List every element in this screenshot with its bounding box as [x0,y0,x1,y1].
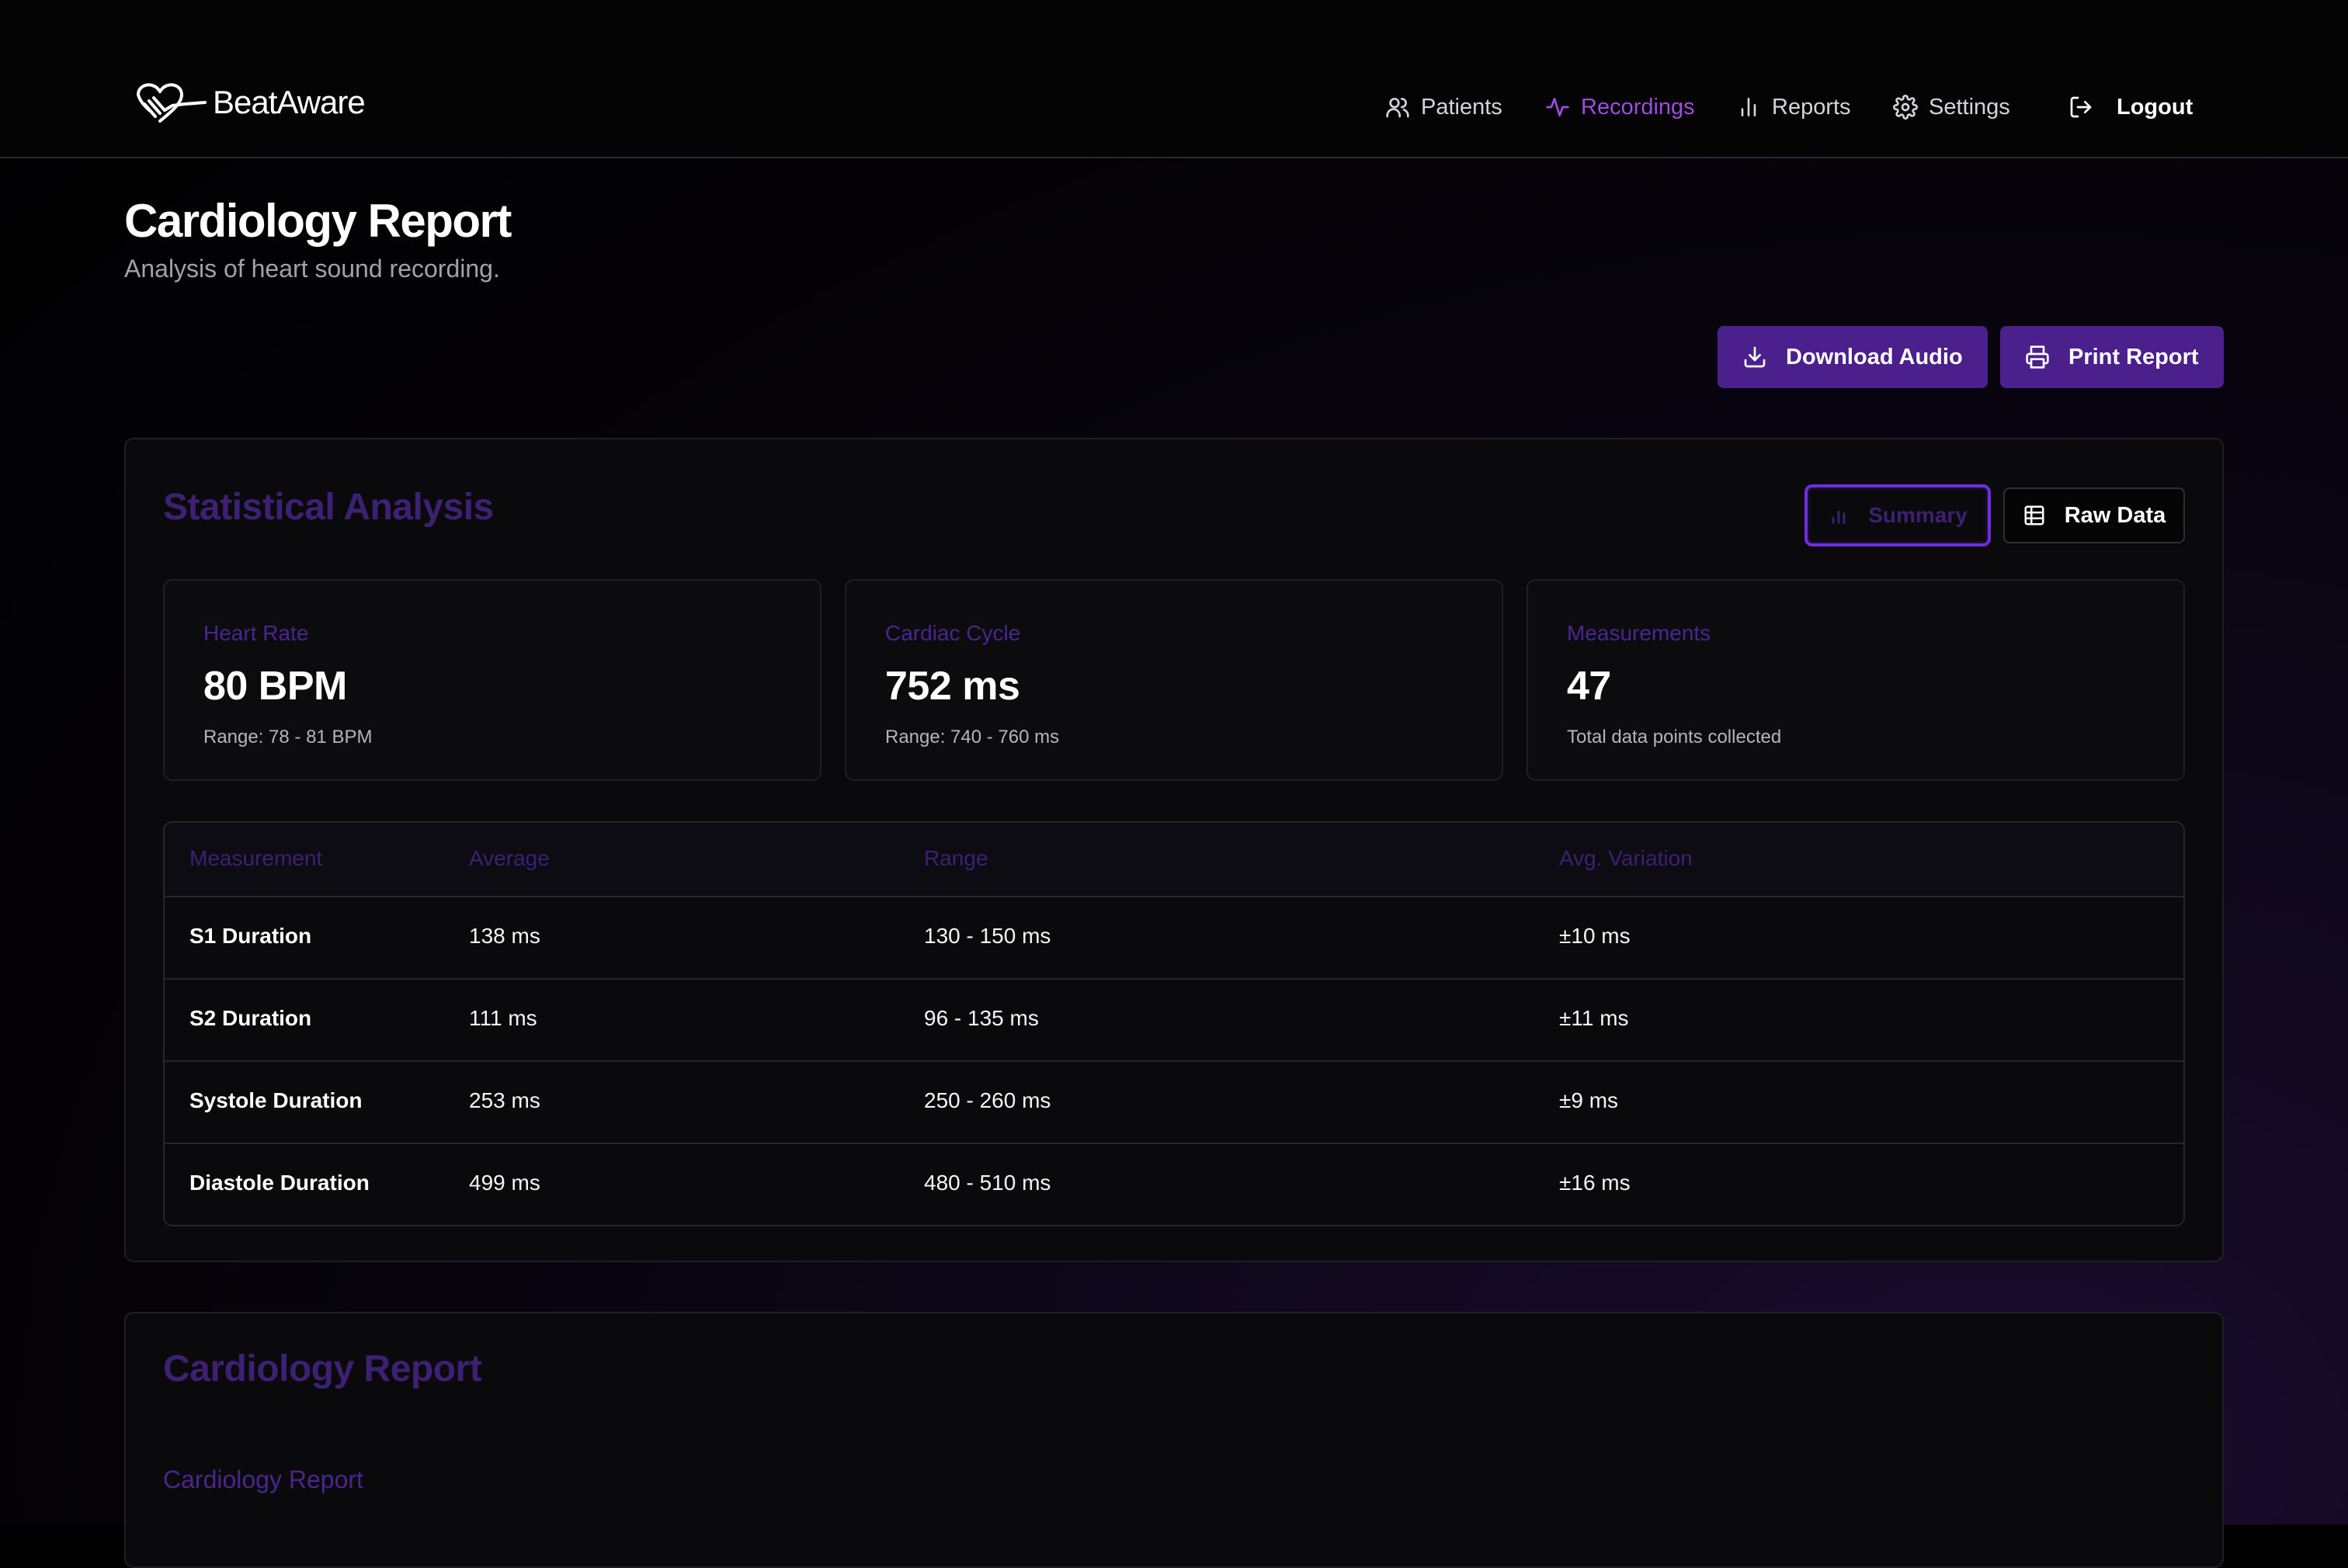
heart-rate-stat-card: Heart Rate 80 BPM Range: 78 - 81 BPM [163,579,821,781]
gear-icon [1893,95,1918,120]
stat-note: Range: 740 - 760 ms [885,727,1060,748]
raw-data-toggle-label: Raw Data [2064,502,2166,528]
nav-patients-label: Patients [1421,94,1502,120]
statistical-analysis-card: Statistical Analysis Summary Raw Data He… [124,438,2224,1262]
page-title: Cardiology Report [124,195,512,247]
stat-label: Cardiac Cycle [885,621,1021,645]
table-row: Diastole Duration 499 ms 480 - 510 ms ±1… [165,1144,2183,1225]
summary-toggle-label: Summary [1868,503,1968,527]
cell-variation: ±9 ms [1559,1088,1619,1112]
column-header-average: Average [469,846,550,870]
measurements-stat-card: Measurements 47 Total data points collec… [1527,579,2185,781]
summary-toggle-button[interactable]: Summary [1804,484,1991,546]
cell-range: 250 - 260 ms [924,1088,1051,1112]
page-subtitle: Analysis of heart sound recording. [124,255,500,283]
cell-range: 130 - 150 ms [924,924,1051,948]
brand-logo[interactable]: BeatAware [134,78,366,127]
brand-name: BeatAware [213,84,366,120]
bar-chart-icon [1832,510,1846,524]
column-header-avg-variation: Avg. Variation [1559,846,1693,870]
cardiology-report-subtitle: Cardiology Report [163,1466,363,1493]
cell-average: 499 ms [469,1171,540,1195]
print-report-button[interactable]: Print Report [2000,326,2224,388]
bar-chart-icon [1741,98,1756,116]
stat-value: 80 BPM [203,664,347,709]
raw-data-toggle-button[interactable]: Raw Data [2003,487,2185,543]
stat-value: 752 ms [885,664,1020,709]
nav-recordings-label: Recordings [1581,94,1695,120]
stat-label: Heart Rate [203,621,309,645]
table-icon [2024,505,2044,526]
stat-note: Total data points collected [1567,727,1782,748]
column-header-range: Range [924,846,988,870]
table-row: S2 Duration 111 ms 96 - 135 ms ±11 ms [165,980,2183,1062]
cell-measurement: S1 Duration [189,924,312,948]
cell-variation: ±11 ms [1559,1006,1629,1030]
table-header: Measurement Average Range Avg. Variation [165,823,2183,897]
logout-label: Logout [2117,94,2193,120]
cardiology-report-title: Cardiology Report [163,1348,482,1389]
stat-note: Range: 78 - 81 BPM [203,727,373,748]
logout-button[interactable]: Logout [2068,87,2193,127]
cardiology-report-card: Cardiology Report Cardiology Report [124,1312,2224,1568]
table-row: S1 Duration 138 ms 130 - 150 ms ±10 ms [165,897,2183,980]
cardiac-cycle-stat-card: Cardiac Cycle 752 ms Range: 740 - 760 ms [845,579,1503,781]
cell-average: 138 ms [469,924,540,948]
cell-variation: ±16 ms [1559,1171,1631,1195]
cell-variation: ±10 ms [1559,924,1631,948]
stat-value: 47 [1567,664,1611,709]
nav-settings[interactable]: Settings [1893,87,2010,127]
nav-settings-label: Settings [1929,94,2010,120]
measurements-table: Measurement Average Range Avg. Variation… [163,821,2185,1226]
download-audio-button[interactable]: Download Audio [1718,326,1988,388]
stat-label: Measurements [1567,621,1711,645]
print-report-label: Print Report [2068,344,2199,369]
nav-reports-label: Reports [1772,94,1851,120]
nav-reports[interactable]: Reports [1736,87,1851,127]
heart-hand-logo-icon [137,83,207,123]
activity-icon [1546,98,1569,116]
download-audio-label: Download Audio [1786,344,1963,369]
nav-recordings[interactable]: Recordings [1545,87,1695,127]
users-icon [1386,97,1409,118]
top-navbar: BeatAware Patients Recordings Reports Se… [0,0,2348,158]
printer-icon [2026,345,2049,369]
cell-average: 111 ms [469,1006,537,1030]
cell-measurement: Diastole Duration [189,1171,370,1195]
cell-measurement: Systole Duration [189,1088,363,1112]
download-icon [1744,346,1766,368]
cell-average: 253 ms [469,1088,540,1112]
table-row: Systole Duration 253 ms 250 - 260 ms ±9 … [165,1062,2183,1144]
cell-measurement: S2 Duration [189,1006,312,1030]
cell-range: 96 - 135 ms [924,1006,1039,1030]
nav-patients[interactable]: Patients [1385,87,1502,127]
statistical-analysis-title: Statistical Analysis [163,487,494,528]
column-header-measurement: Measurement [189,846,323,870]
cell-range: 480 - 510 ms [924,1171,1051,1195]
logout-icon [2070,96,2092,118]
